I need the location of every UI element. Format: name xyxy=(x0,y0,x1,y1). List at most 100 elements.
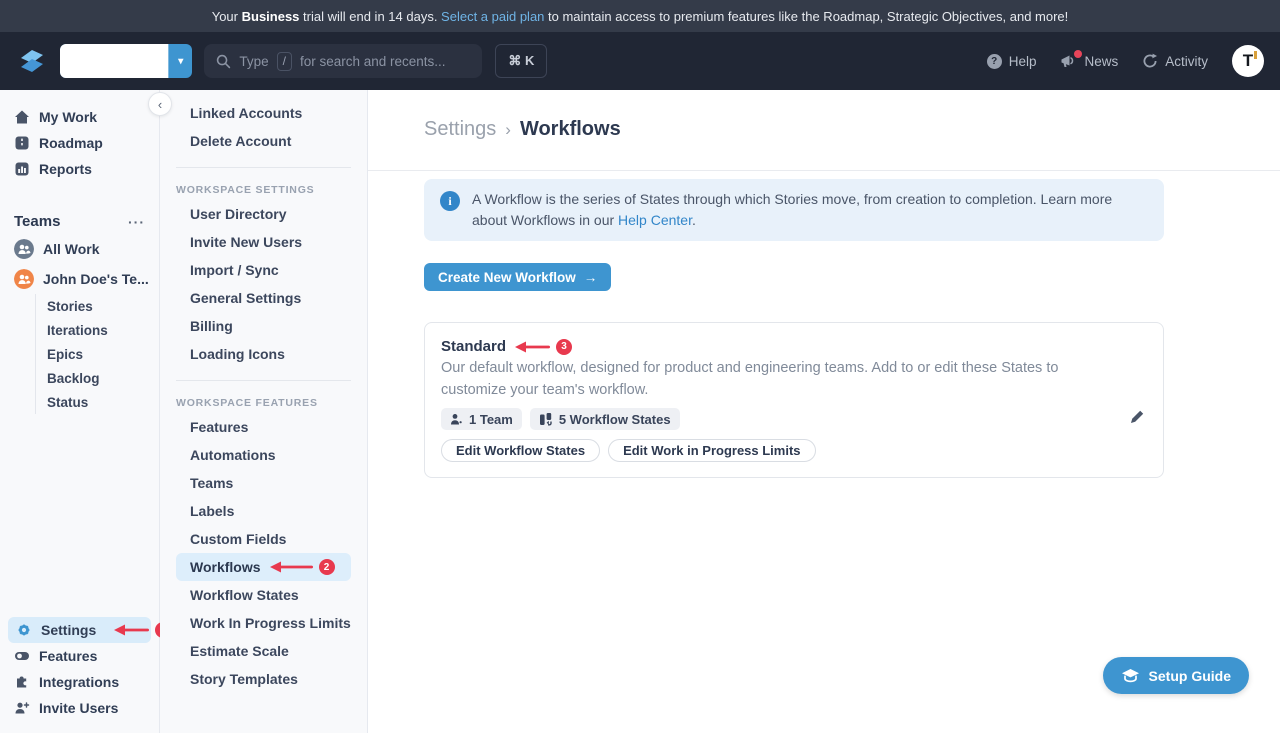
user-avatar[interactable]: T xyxy=(1232,45,1264,77)
primary-sidebar: My Work Roadmap Reports Teams xyxy=(0,90,160,733)
sidebar-item-all-work[interactable]: All Work xyxy=(0,234,159,264)
team-avatar-icon xyxy=(14,269,34,289)
news-button[interactable]: News xyxy=(1060,54,1118,69)
team-count-badge: 1 Team xyxy=(441,408,522,430)
sidebar-item-integrations[interactable]: Integrations xyxy=(0,669,159,695)
settings-item-invite-new-users[interactable]: Invite New Users xyxy=(160,228,367,256)
workflow-columns-icon xyxy=(539,412,553,426)
banner-plan-name: Business xyxy=(242,9,300,24)
create-new-workflow-button[interactable]: Create New Workflow → xyxy=(424,263,611,291)
trial-banner: Your Business trial will end in 14 days.… xyxy=(0,0,1280,32)
settings-item-general-settings[interactable]: General Settings xyxy=(160,284,367,312)
sidebar-bottom-group: Settings 1 Features xyxy=(0,617,159,721)
sidebar-item-stories[interactable]: Stories xyxy=(36,294,159,318)
graduation-cap-icon xyxy=(1121,668,1140,684)
app-body: ‹ My Work Roadmap xyxy=(0,90,1280,733)
settings-item-loading-icons[interactable]: Loading Icons xyxy=(160,340,367,368)
red-arrow-icon xyxy=(114,623,150,637)
annotation-3: 3 xyxy=(515,339,572,355)
sidebar-item-epics[interactable]: Epics xyxy=(36,342,159,366)
activity-icon xyxy=(1142,53,1158,69)
avatar-initial: T xyxy=(1243,51,1253,71)
workflow-card-standard: Standard 3 Our default workflow, designe… xyxy=(424,322,1164,478)
breadcrumb-settings[interactable]: Settings xyxy=(424,118,496,141)
setup-guide-label: Setup Guide xyxy=(1149,668,1231,684)
toggle-icon xyxy=(14,648,30,664)
select-paid-plan-link[interactable]: Select a paid plan xyxy=(441,9,544,24)
settings-item-wip-limits[interactable]: Work In Progress Limits xyxy=(160,609,367,637)
main-content: Settings › Workflows i A Workflow is the… xyxy=(368,90,1280,733)
help-button[interactable]: ? Help xyxy=(987,54,1037,69)
teams-section-header: Teams ··· xyxy=(0,209,159,234)
settings-item-estimate-scale[interactable]: Estimate Scale xyxy=(160,637,367,665)
app-header: Create Story ▾ Type / for search and rec… xyxy=(0,32,1280,90)
settings-item-billing[interactable]: Billing xyxy=(160,312,367,340)
settings-item-import-sync[interactable]: Import / Sync xyxy=(160,256,367,284)
cmd-k-shortcut[interactable]: ⌘ K xyxy=(495,44,547,78)
divider xyxy=(176,167,351,168)
news-label: News xyxy=(1084,54,1118,69)
gear-icon xyxy=(16,622,32,638)
edit-wip-limits-button[interactable]: Edit Work in Progress Limits xyxy=(608,439,815,462)
person-icon xyxy=(450,413,463,426)
help-label: Help xyxy=(1009,54,1037,69)
settings-item-workflows-active[interactable]: Workflows 2 xyxy=(176,553,351,581)
workspace-settings-heading: WORKSPACE SETTINGS xyxy=(160,180,367,200)
sidebar-item-backlog[interactable]: Backlog xyxy=(36,366,159,390)
setup-guide-button[interactable]: Setup Guide xyxy=(1103,657,1249,694)
home-icon xyxy=(14,109,30,125)
create-story-label[interactable]: Create Story xyxy=(60,44,168,78)
help-icon: ? xyxy=(987,54,1002,69)
red-arrow-icon xyxy=(270,560,314,574)
sidebar-item-reports[interactable]: Reports xyxy=(0,156,159,182)
annotation-number-badge: 3 xyxy=(556,339,572,355)
divider xyxy=(368,170,1280,171)
workflow-info-banner: i A Workflow is the series of States thr… xyxy=(424,179,1164,241)
sidebar-collapse-button[interactable]: ‹ xyxy=(148,92,172,116)
annotation-number-badge: 2 xyxy=(319,559,335,575)
shortcut-logo-icon[interactable] xyxy=(16,45,48,77)
info-icon: i xyxy=(440,191,460,211)
settings-item-delete-account[interactable]: Delete Account xyxy=(160,127,367,155)
search-input[interactable]: Type / for search and recents... xyxy=(204,44,482,78)
settings-item-workflow-states[interactable]: Workflow States xyxy=(160,581,367,609)
divider xyxy=(176,380,351,381)
breadcrumb: Settings › Workflows xyxy=(424,118,1164,141)
settings-item-story-templates[interactable]: Story Templates xyxy=(160,665,367,693)
sidebar-item-status[interactable]: Status xyxy=(36,390,159,414)
settings-item-teams[interactable]: Teams xyxy=(160,469,367,497)
settings-item-automations[interactable]: Automations xyxy=(160,441,367,469)
app-window: Your Business trial will end in 14 days.… xyxy=(0,0,1280,733)
create-story-button[interactable]: Create Story ▾ xyxy=(60,44,192,78)
news-notification-dot xyxy=(1074,50,1082,58)
settings-item-custom-fields[interactable]: Custom Fields xyxy=(160,525,367,553)
sidebar-item-my-work[interactable]: My Work xyxy=(0,104,159,130)
teams-more-button[interactable]: ··· xyxy=(128,214,145,230)
edit-workflow-states-button[interactable]: Edit Workflow States xyxy=(441,439,600,462)
create-story-caret[interactable]: ▾ xyxy=(168,44,192,78)
help-center-link[interactable]: Help Center xyxy=(618,212,692,228)
edit-pencil-icon[interactable] xyxy=(1129,409,1145,425)
sidebar-item-invite-users[interactable]: Invite Users xyxy=(0,695,159,721)
search-placeholder: for search and recents... xyxy=(300,54,446,69)
arrow-right-icon: → xyxy=(584,270,598,285)
info-text: A Workflow is the series of States throu… xyxy=(472,189,1148,231)
workflow-name[interactable]: Standard xyxy=(441,338,506,355)
slash-key-hint: / xyxy=(277,52,292,71)
settings-item-labels[interactable]: Labels xyxy=(160,497,367,525)
settings-item-linked-accounts[interactable]: Linked Accounts xyxy=(160,99,367,127)
annotation-2: 2 xyxy=(270,559,335,575)
search-icon xyxy=(216,54,231,69)
team-sub-nav: Stories Iterations Epics Backlog Status xyxy=(35,294,159,414)
sidebar-item-iterations[interactable]: Iterations xyxy=(36,318,159,342)
activity-button[interactable]: Activity xyxy=(1142,53,1208,69)
workflow-states-badge: 5 Workflow States xyxy=(530,408,680,430)
chevron-right-icon: › xyxy=(505,120,511,140)
sidebar-item-roadmap[interactable]: Roadmap xyxy=(0,130,159,156)
red-arrow-icon xyxy=(515,340,551,354)
settings-item-features[interactable]: Features xyxy=(160,413,367,441)
sidebar-item-team-john-doe[interactable]: John Doe's Te... xyxy=(0,264,159,294)
settings-item-user-directory[interactable]: User Directory xyxy=(160,200,367,228)
sidebar-item-settings[interactable]: Settings 1 xyxy=(8,617,151,643)
sidebar-item-features[interactable]: Features xyxy=(0,643,159,669)
